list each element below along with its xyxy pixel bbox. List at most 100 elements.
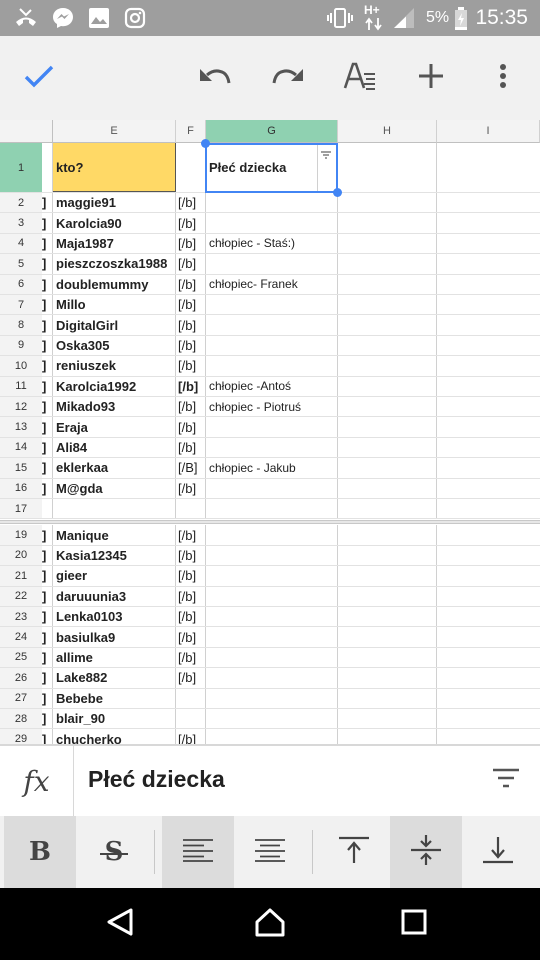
cell-h[interactable] [338,397,437,417]
cell-f[interactable]: [/b] [176,437,206,458]
home-button[interactable] [246,900,294,948]
cell-i[interactable] [437,295,540,314]
cell-plec-dziecka[interactable] [206,729,338,744]
cell-plec-dziecka[interactable] [206,254,338,274]
cell-username[interactable]: Lake882 [53,668,176,688]
cell-username[interactable]: Karolcia90 [53,213,176,233]
cell-d[interactable]: ] [42,437,53,458]
add-button[interactable] [407,54,455,102]
cell-f[interactable] [176,688,206,708]
row-number[interactable]: 8 [0,315,42,335]
cell-plec-dziecka[interactable]: chłopiec -Antoś [206,376,338,396]
cell-h[interactable] [338,586,437,606]
cell-i[interactable] [437,648,540,667]
cell-username[interactable]: chucherko [53,729,176,744]
cell-username[interactable]: maggie91 [53,193,176,213]
check-button[interactable] [15,54,63,102]
cell-d[interactable]: ] [42,458,53,478]
formula-input[interactable]: Płeć dziecka [88,766,225,793]
cell-d[interactable]: ] [42,729,53,744]
cell-d[interactable]: ] [42,233,53,254]
cell-h[interactable] [338,729,437,744]
cell-d[interactable]: ] [42,688,53,708]
row-number[interactable]: 26 [0,668,42,688]
cell-d[interactable]: ] [42,417,53,437]
cell-f[interactable]: [/b] [176,478,206,498]
cell-i[interactable] [437,729,540,744]
cell-f[interactable]: [/b] [176,668,206,688]
cell-d[interactable]: ] [42,545,53,566]
row-number[interactable]: 19 [0,525,42,545]
recents-button[interactable] [390,900,438,948]
cell-f[interactable]: [/b] [176,335,206,356]
cell-h[interactable] [338,607,437,627]
cell-f[interactable]: [/b] [176,586,206,606]
row-number[interactable]: 2 [0,193,42,213]
cell-f[interactable]: [/b] [176,233,206,254]
cell-i[interactable] [437,668,540,687]
cell-f[interactable]: [/b] [176,627,206,647]
column-header-h[interactable]: H [338,120,437,143]
cell-username[interactable]: Millo [53,295,176,315]
cell-h[interactable] [338,295,437,315]
cell-username[interactable]: basiulka9 [53,627,176,647]
cell-h[interactable] [338,688,437,708]
bold-button[interactable]: B [4,816,76,888]
cell-username[interactable]: allime [53,647,176,668]
cell-i[interactable] [437,417,540,436]
column-header-g[interactable]: G [206,120,338,143]
selection-handle-bottom[interactable] [333,188,342,197]
align-left-button[interactable] [162,816,234,888]
back-button[interactable] [96,900,144,948]
cell-i[interactable] [437,193,540,212]
cell-plec-dziecka[interactable]: chłopiec - Piotruś [206,397,338,417]
cell-i[interactable] [437,275,540,294]
cell-d[interactable]: ] [42,709,53,729]
cell-username[interactable]: blair_90 [53,709,176,729]
selection-handle-top[interactable] [201,139,210,148]
more-options-button[interactable] [479,54,527,102]
cell-i[interactable] [437,479,540,498]
cell-i[interactable] [437,397,540,416]
cell-plec-dziecka[interactable] [206,668,338,688]
row-number[interactable]: 17 [0,499,42,519]
cell-i[interactable] [437,356,540,375]
cell-username[interactable]: reniuszek [53,356,176,376]
cell-i[interactable] [437,458,540,477]
cell-d[interactable]: ] [42,586,53,606]
cell-plec-dziecka[interactable] [206,688,338,708]
spreadsheet-grid[interactable]: E F G H I 1 kto? Płeć dziecka 2] maggie91… [0,120,540,744]
cell-h[interactable] [338,545,437,566]
cell-h[interactable] [338,356,437,376]
cell-plec-dziecka[interactable] [206,437,338,458]
cell-username[interactable]: Manique [53,525,176,545]
cell-i[interactable] [437,143,540,192]
cell-f[interactable]: [/b] [176,566,206,586]
cell-h[interactable] [338,525,437,545]
cell-h[interactable] [338,627,437,647]
cell-username[interactable]: Kasia12345 [53,545,176,566]
cell-username[interactable]: Oska305 [53,335,176,356]
undo-button[interactable] [191,54,239,102]
cell-username[interactable]: Karolcia1992 [53,376,176,396]
cell-i[interactable] [437,438,540,457]
cell-f[interactable]: [/b] [176,397,206,417]
cell-f[interactable]: [/b] [176,254,206,274]
fx-icon[interactable]: fx [0,746,74,816]
cell-plec-dziecka[interactable] [206,525,338,545]
cell-i[interactable] [437,213,540,232]
cell-d[interactable] [42,143,53,192]
cell-plec-dziecka[interactable] [206,295,338,315]
cell-i[interactable] [437,315,540,334]
cell-h[interactable] [338,478,437,498]
cell-d[interactable]: ] [42,213,53,233]
cell-h[interactable] [338,647,437,668]
cell-d[interactable]: ] [42,627,53,647]
row-number[interactable]: 29 [0,729,42,744]
row-number[interactable]: 23 [0,607,42,627]
cell-plec-dziecka[interactable]: chłopiec- Franek [206,274,338,294]
strikethrough-button[interactable]: S [76,816,152,888]
cell-d[interactable]: ] [42,668,53,688]
row-number[interactable]: 10 [0,356,42,376]
cell-i[interactable] [437,254,540,273]
